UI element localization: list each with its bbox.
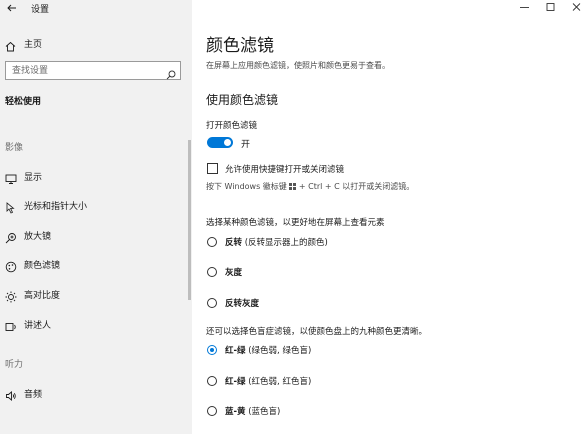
sidebar-item-color-filter[interactable]: 颜色滤镜 (0, 256, 186, 274)
sidebar-section-title: 轻松使用 (5, 97, 42, 107)
home-icon (5, 37, 16, 52)
cursor-icon (5, 199, 17, 214)
radio-button[interactable] (207, 298, 217, 308)
radio-protanopia[interactable]: 红-绿 (红色弱, 红色盲) (206, 375, 506, 389)
radio-label: 红-绿 (绿色弱, 绿色盲) (225, 346, 312, 356)
narrator-icon (5, 318, 17, 331)
windows-logo-icon (289, 183, 297, 190)
speaker-icon (5, 387, 17, 401)
radio-label: 灰度 (225, 268, 243, 278)
sidebar-item-label: 音频 (24, 390, 43, 400)
shortcut-checkbox[interactable] (207, 163, 218, 174)
sidebar-item-label: 高对比度 (24, 291, 61, 301)
toggle-state-label: 开 (241, 140, 251, 150)
hint-text-after: + Ctrl + C 以打开或关闭滤镜。 (298, 182, 415, 191)
search-box (5, 61, 181, 80)
sidebar-item-magnifier[interactable]: 放大镜 (0, 227, 186, 245)
color-filter-toggle[interactable] (207, 137, 233, 148)
sidebar: 设置 主页 轻松使用 影像 (0, 0, 192, 434)
high-contrast-icon (5, 288, 17, 303)
sidebar-item-audio[interactable]: 音频 (0, 385, 186, 403)
sidebar-item-narrator[interactable]: 讲述人 (0, 316, 186, 334)
radio-label: 红-绿 (红色弱, 红色盲) (225, 377, 312, 387)
search-input[interactable] (6, 62, 168, 79)
sidebar-scrollbar[interactable] (188, 140, 191, 300)
sidebar-item-label: 主页 (24, 40, 43, 50)
app-title: 设置 (31, 5, 50, 15)
main-content: 颜色滤镜 在屏幕上应用颜色滤镜，使照片和颜色更易于查看。 使用颜色滤镜 打开颜色… (192, 0, 588, 434)
radio-label: 蓝-黄 (蓝色盲) (225, 407, 281, 417)
magnifier-icon (5, 229, 17, 244)
sidebar-item-display[interactable]: 显示 (0, 168, 186, 186)
sidebar-item-high-contrast[interactable]: 高对比度 (0, 286, 186, 304)
radio-invert[interactable]: 反转 (反转显示器上的颜色) (206, 236, 506, 250)
sidebar-item-home[interactable]: 主页 (0, 34, 186, 52)
sidebar-item-label: 讲述人 (24, 321, 52, 331)
radio-button[interactable] (207, 376, 217, 386)
color-filter-icon (5, 258, 17, 273)
radio-label: 反转灰度 (225, 299, 260, 309)
radio-tritanopia[interactable]: 蓝-黄 (蓝色盲) (206, 405, 506, 419)
page-title: 颜色滤镜 (206, 36, 274, 56)
settings-window: 设置 主页 轻松使用 影像 (0, 0, 588, 434)
section-heading: 使用颜色滤镜 (206, 93, 279, 107)
sidebar-item-label: 放大镜 (24, 232, 52, 242)
search-icon[interactable] (166, 65, 176, 80)
back-arrow-icon[interactable] (4, 0, 20, 16)
sidebar-item-label: 颜色滤镜 (24, 261, 61, 271)
radio-button-selected[interactable] (207, 345, 217, 355)
sidebar-item-label: 显示 (24, 173, 43, 183)
toggle-caption: 打开颜色滤镜 (206, 121, 258, 131)
colorblind-prompt: 还可以选择色盲症滤镜，以使颜色盘上的九种颜色更清晰。 (206, 327, 428, 337)
radio-label: 反转 (反转显示器上的颜色) (225, 238, 328, 248)
sidebar-item-cursor[interactable]: 光标和指针大小 (0, 197, 186, 215)
filter-prompt: 选择某种颜色滤镜，以更好地在屏幕上查看元素 (206, 218, 385, 228)
radio-grayscale[interactable]: 灰度 (206, 266, 506, 280)
radio-deuteranopia[interactable]: 红-绿 (绿色弱, 绿色盲) (206, 344, 506, 358)
shortcut-checkbox-label[interactable]: 允许使用快捷键打开或关闭滤镜 (225, 163, 344, 175)
radio-button[interactable] (207, 237, 217, 247)
shortcut-hint: 按下 Windows 徽标键 + Ctrl + C 以打开或关闭滤镜。 (206, 181, 414, 192)
hint-text-before: 按下 Windows 徽标键 (206, 182, 287, 191)
sidebar-item-label: 光标和指针大小 (24, 202, 88, 212)
sidebar-group-hearing: 听力 (5, 360, 24, 370)
title-bar: 设置 (0, 0, 192, 22)
display-icon (5, 170, 17, 184)
toggle-knob (224, 139, 231, 146)
page-description: 在屏幕上应用颜色滤镜，使照片和颜色更易于查看。 (206, 61, 390, 70)
radio-button[interactable] (207, 406, 217, 416)
radio-button[interactable] (207, 267, 217, 277)
radio-inverted-grayscale[interactable]: 反转灰度 (206, 297, 506, 311)
sidebar-group-vision: 影像 (5, 143, 24, 153)
